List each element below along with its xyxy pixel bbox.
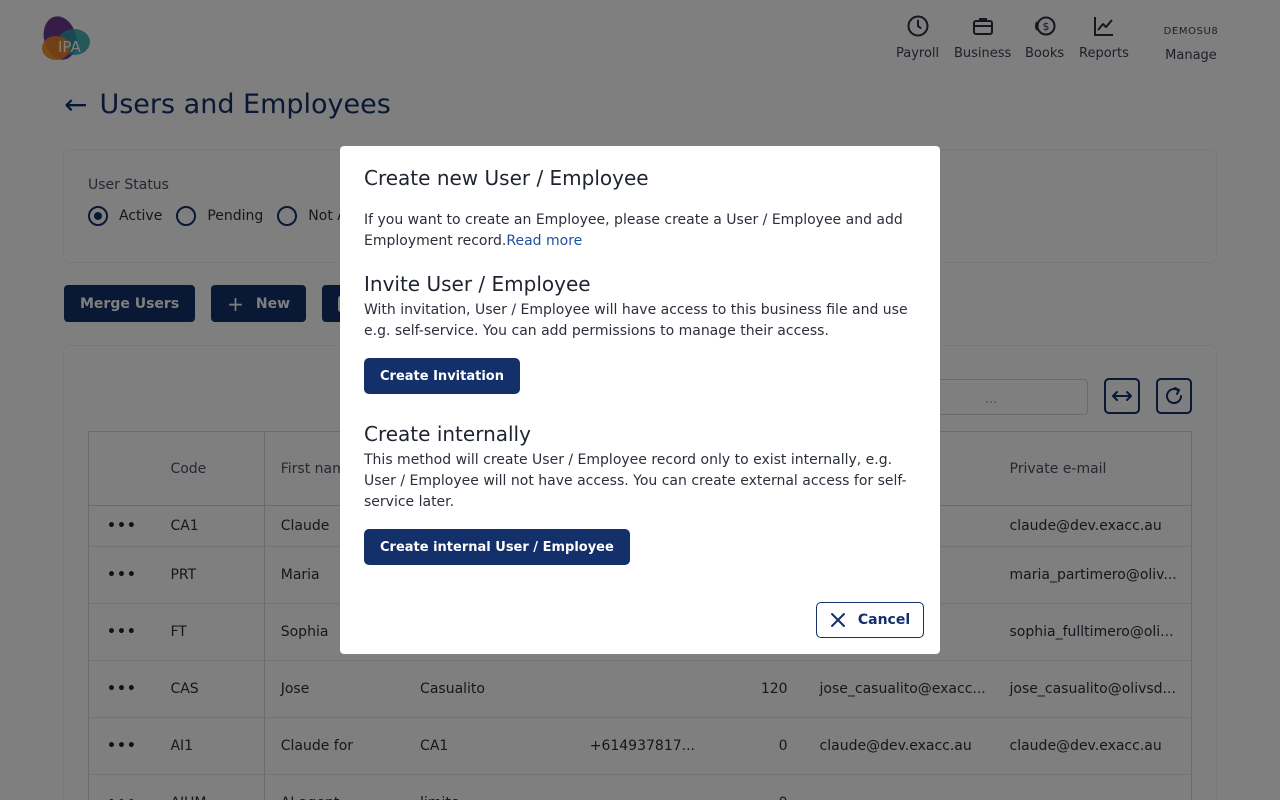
cancel-button[interactable]: Cancel [816, 602, 924, 638]
dialog-title: Create new User / Employee [364, 166, 649, 190]
create-internal-user-button[interactable]: Create internal User / Employee [364, 529, 630, 565]
close-icon [830, 613, 845, 627]
read-more-link[interactable]: Read more [506, 233, 582, 249]
internal-heading: Create internally [364, 422, 531, 446]
create-invitation-button[interactable]: Create Invitation [364, 358, 520, 394]
invite-heading: Invite User / Employee [364, 272, 591, 296]
dialog-intro-text: If you want to create an Employee, pleas… [364, 212, 903, 249]
internal-description: This method will create User / Employee … [364, 452, 907, 510]
create-user-dialog: Create new User / Employee If you want t… [340, 146, 940, 654]
dialog-intro: If you want to create an Employee, pleas… [364, 210, 904, 252]
cancel-label: Cancel [857, 612, 911, 628]
invite-description: With invitation, User / Employee will ha… [364, 302, 908, 339]
